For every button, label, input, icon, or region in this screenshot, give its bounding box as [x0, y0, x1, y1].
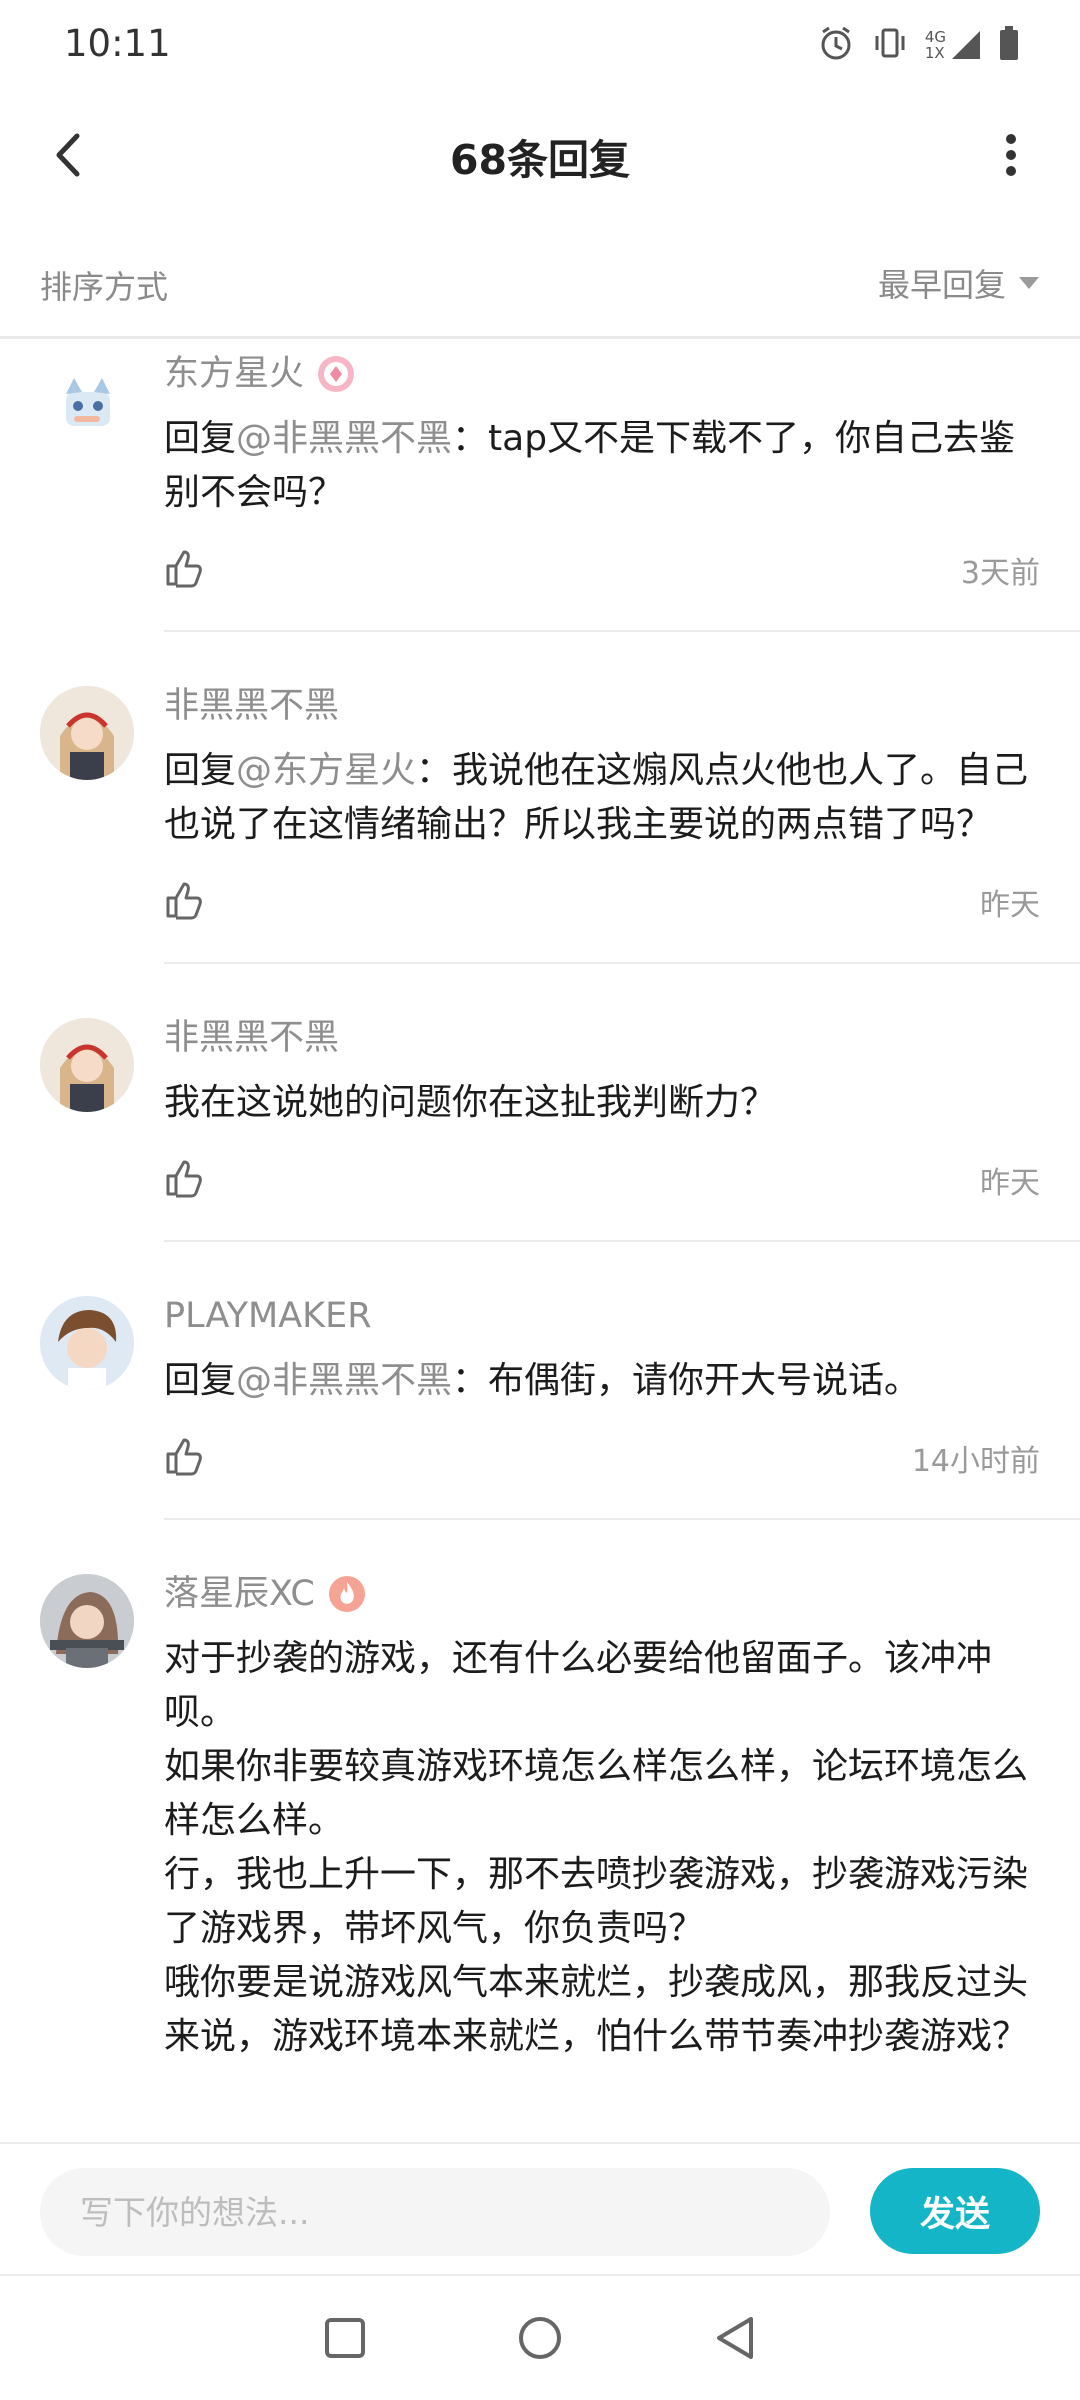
thumbs-up-icon [166, 1160, 202, 1198]
comment-time: 昨天 [980, 888, 1040, 923]
reply-input[interactable] [40, 2168, 830, 2256]
page-title: 68条回复 [449, 136, 631, 184]
reply-prefix: 回复 [164, 1360, 237, 1401]
network-label: 4G [924, 28, 946, 46]
comment-item: 非黑黑不黑 回复@东方星火：我说他在这煽风点火他也人了。自己也说了在这情绪输出？… [0, 672, 1080, 964]
home-icon[interactable] [517, 2315, 563, 2361]
recent-apps-icon[interactable] [323, 2316, 367, 2360]
comment-author[interactable]: PLAYMAKER [164, 1292, 372, 1340]
like-button[interactable] [164, 880, 204, 924]
comment-body: 回复@非黑黑不黑：布偶街，请你开大号说话。 [164, 1354, 1040, 1408]
reply-mention[interactable]: @非黑黑不黑 [236, 418, 452, 459]
vibrate-icon [871, 24, 909, 66]
fan-badge-icon [318, 356, 355, 392]
sim-label: 1X [924, 44, 945, 62]
avatar[interactable] [40, 1018, 134, 1112]
comment-body: 我在这说她的问题你在这扯我判断力？ [164, 1076, 1040, 1130]
divider [0, 336, 1080, 339]
avatar[interactable] [40, 1574, 134, 1668]
signal-icon: 4G 1X [925, 29, 982, 61]
avatar[interactable] [40, 354, 134, 448]
like-button[interactable] [164, 1436, 204, 1480]
avatar[interactable] [40, 1296, 134, 1390]
send-button[interactable]: 发送 [870, 2168, 1040, 2254]
flame-badge-icon [328, 1576, 365, 1612]
comment-body: 回复@非黑黑不黑：tap又不是下载不了，你自己去鉴别不会吗？ [164, 412, 1040, 520]
like-button[interactable] [164, 548, 204, 592]
reply-composer: 发送 [0, 2142, 1080, 2274]
system-nav-bar [0, 2274, 1080, 2400]
comment-divider [164, 962, 1080, 964]
battery-icon [998, 24, 1020, 66]
comment-time: 14小时前 [911, 1444, 1040, 1479]
more-vertical-icon [1006, 134, 1016, 176]
reply-prefix: 回复 [164, 418, 237, 459]
more-button[interactable] [976, 120, 1046, 190]
comment-item: PLAYMAKER 回复@非黑黑不黑：布偶街，请你开大号说话。 14小时前 [0, 1282, 1080, 1520]
comment-text: ：布偶街，请你开大号说话。 [452, 1360, 921, 1401]
sort-dropdown[interactable]: 最早回复 [878, 260, 1040, 306]
comment-text: 我在这说她的问题你在这扯我判断力？ [164, 1082, 777, 1123]
comment-author[interactable]: 非黑黑不黑 [164, 682, 339, 730]
comment-author[interactable]: 非黑黑不黑 [164, 1014, 339, 1062]
comment-author[interactable]: 东方星火 [164, 350, 304, 398]
app-bar: 68条回复 [0, 96, 1080, 212]
avatar[interactable] [40, 686, 134, 780]
back-nav-icon[interactable] [713, 2315, 757, 2361]
comment-divider [164, 630, 1080, 632]
caret-down-icon [1019, 277, 1039, 289]
reply-mention[interactable]: @非黑黑不黑 [236, 1360, 452, 1401]
alarm-icon [817, 24, 855, 66]
thumbs-up-icon [166, 882, 202, 920]
comment-divider [164, 1518, 1080, 1520]
comment-author[interactable]: 落星辰XC [164, 1570, 315, 1618]
comment-item: 落星辰XC 对于抄袭的游戏，还有什么必要给他留面子。该冲冲呗。 如果你非要较真游… [0, 1560, 1080, 2064]
comment-divider [164, 1240, 1080, 1242]
reply-prefix: 回复 [164, 750, 237, 791]
sort-selected-value: 最早回复 [877, 266, 1006, 304]
reply-mention[interactable]: @东方星火 [236, 750, 416, 791]
like-button[interactable] [164, 1158, 204, 1202]
comment-list: 东方星火 回复@非黑黑不黑：tap又不是下载不了，你自己去鉴别不会吗？ 3天前 … [0, 340, 1080, 2142]
comment-item: 东方星火 回复@非黑黑不黑：tap又不是下载不了，你自己去鉴别不会吗？ 3天前 [0, 340, 1080, 632]
comment-body: 回复@东方星火：我说他在这煽风点火他也人了。自己也说了在这情绪输出？所以我主要说… [164, 744, 1040, 852]
comment-item: 非黑黑不黑 我在这说她的问题你在这扯我判断力？ 昨天 [0, 1004, 1080, 1242]
status-icons: 4G 1X [817, 24, 1020, 66]
status-bar: 10:11 4G 1X [0, 0, 1080, 96]
sort-label: 排序方式 [40, 268, 169, 306]
comment-time: 昨天 [980, 1166, 1040, 1201]
comment-body: 对于抄袭的游戏，还有什么必要给他留面子。该冲冲呗。 如果你非要较真游戏环境怎么样… [164, 1632, 1040, 2064]
status-time: 10:11 [64, 22, 171, 65]
thumbs-up-icon [166, 1438, 202, 1476]
sort-row: 排序方式 最早回复 [0, 250, 1080, 334]
comment-time: 3天前 [960, 556, 1040, 591]
thumbs-up-icon [166, 550, 202, 588]
comment-text: 对于抄袭的游戏，还有什么必要给他留面子。该冲冲呗。 如果你非要较真游戏环境怎么样… [164, 1638, 1029, 2057]
